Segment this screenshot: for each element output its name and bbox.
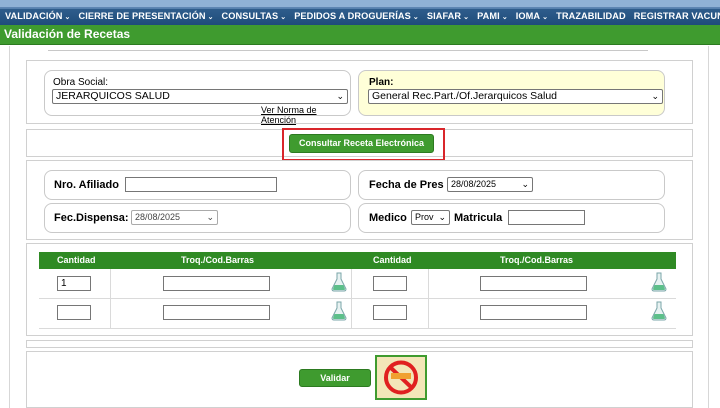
nav-item-label: IOMA xyxy=(515,11,541,21)
plan-select[interactable]: General Rec.Part./Of.Jerarquicos Salud ⌄ xyxy=(368,89,663,104)
page-title: Validación de Recetas xyxy=(4,27,131,41)
afiliado-box: Nro. Afiliado xyxy=(44,170,351,200)
fecha-pres-value: 28/08/2025 xyxy=(451,179,497,189)
column-header-troquel: Troq./Cod.Barras xyxy=(181,255,255,265)
obra-social-box: Obra Social: JERARQUICOS SALUD ⌄ Ver Nor… xyxy=(44,70,351,125)
chevron-down-icon: ⌄ xyxy=(521,179,529,189)
column-divider xyxy=(110,269,111,329)
flask-icon[interactable] xyxy=(331,272,347,292)
nav-item[interactable]: SIAFAR ⌄ xyxy=(422,11,472,21)
nav-item-label: SIAFAR xyxy=(426,11,462,21)
matricula-input[interactable] xyxy=(508,210,585,225)
nav-item[interactable]: VALIDACIÓN ⌄ xyxy=(0,11,73,21)
nav-item[interactable]: REGISTRAR VACUNACION xyxy=(629,11,720,21)
validate-button[interactable]: Validar xyxy=(299,369,371,387)
plan-label: Plan: xyxy=(369,77,394,88)
barcode-input[interactable] xyxy=(163,305,270,320)
quantity-input[interactable]: 1 xyxy=(57,276,91,291)
nav-item[interactable]: TRAZABILIDAD xyxy=(551,11,629,21)
fecha-pres-box: Fecha de Pres 28/08/2025 ⌄ xyxy=(358,170,665,200)
chevron-down-icon: ⌄ xyxy=(542,14,549,21)
medico-value: Prov xyxy=(415,212,434,222)
chevron-down-icon: ⌄ xyxy=(64,14,71,21)
stamp-button[interactable] xyxy=(375,355,427,400)
chevron-down-icon: ⌄ xyxy=(651,91,659,101)
norma-atencion-link[interactable]: Ver Norma de Atención xyxy=(261,105,350,125)
nav-item-label: VALIDACIÓN xyxy=(5,11,63,21)
chevron-down-icon: ⌄ xyxy=(438,212,446,222)
column-divider xyxy=(351,269,352,329)
nav-item[interactable]: CONSULTAS ⌄ xyxy=(217,11,290,21)
afiliado-input[interactable] xyxy=(125,177,277,192)
obra-social-select[interactable]: JERARQUICOS SALUD ⌄ xyxy=(52,89,348,104)
main-content: Obra Social: JERARQUICOS SALUD ⌄ Ver Nor… xyxy=(9,46,709,408)
barcode-input[interactable] xyxy=(480,276,587,291)
nav-item[interactable]: CIERRE DE PRESENTACIÓN ⌄ xyxy=(73,11,216,21)
page-title-bar: Validación de Recetas xyxy=(0,25,720,45)
nav-item[interactable]: PEDIDOS A DROGUERÍAS ⌄ xyxy=(289,11,422,21)
top-navigation: VALIDACIÓN ⌄ CIERRE DE PRESENTACIÓN ⌄ CONSUL… xyxy=(0,0,720,25)
column-header-troquel: Troq./Cod.Barras xyxy=(500,255,574,265)
medico-select[interactable]: Prov ⌄ xyxy=(411,210,450,225)
nav-item-label: PAMI xyxy=(477,11,500,21)
column-header-cantidad: Cantidad xyxy=(57,255,96,265)
separator-panel xyxy=(26,340,693,348)
medico-label: Medico xyxy=(369,212,407,224)
matricula-label: Matricula xyxy=(454,212,503,224)
barcode-input[interactable] xyxy=(163,276,270,291)
fecha-pres-select[interactable]: 28/08/2025 ⌄ xyxy=(447,177,533,192)
prohibited-stamp-icon xyxy=(384,360,418,395)
nav-menu: VALIDACIÓN ⌄ CIERRE DE PRESENTACIÓN ⌄ CONSUL… xyxy=(0,11,720,21)
fec-dispensa-box: Fec.Dispensa: 28/08/2025 ⌄ xyxy=(44,203,351,233)
consult-electronic-prescription-button[interactable]: Consultar Receta Electrónica xyxy=(289,134,434,153)
medication-table-header: Cantidad Troq./Cod.Barras Cantidad Troq.… xyxy=(39,252,676,269)
chevron-down-icon: ⌄ xyxy=(463,14,470,21)
nav-item-label: REGISTRAR VACUNACION xyxy=(633,11,720,21)
divider xyxy=(48,50,648,51)
chevron-down-icon: ⌄ xyxy=(206,212,214,222)
flask-icon[interactable] xyxy=(651,301,667,321)
flask-icon[interactable] xyxy=(331,301,347,321)
chevron-down-icon: ⌄ xyxy=(412,14,419,21)
nav-top-strip xyxy=(0,0,720,8)
quantity-input[interactable] xyxy=(373,305,407,320)
barcode-input[interactable] xyxy=(480,305,587,320)
plan-value: General Rec.Part./Of.Jerarquicos Salud xyxy=(372,90,558,102)
chevron-down-icon: ⌄ xyxy=(336,91,344,101)
fec-dispensa-label: Fec.Dispensa: xyxy=(54,212,129,224)
nav-item-label: CIERRE DE PRESENTACIÓN xyxy=(78,11,206,21)
fec-dispensa-select[interactable]: 28/08/2025 ⌄ xyxy=(131,210,218,225)
nav-item-label: TRAZABILIDAD xyxy=(556,11,626,21)
plan-box: Plan: General Rec.Part./Of.Jerarquicos S… xyxy=(358,70,665,116)
chevron-down-icon: ⌄ xyxy=(280,14,287,21)
medico-box: Medico Prov ⌄ Matricula xyxy=(358,203,665,233)
obra-social-label: Obra Social: xyxy=(53,77,109,88)
obra-social-value: JERARQUICOS SALUD xyxy=(56,90,170,102)
quantity-input[interactable] xyxy=(373,276,407,291)
nav-item[interactable]: IOMA ⌄ xyxy=(511,11,551,21)
column-divider xyxy=(428,269,429,329)
nav-item[interactable]: PAMI ⌄ xyxy=(472,11,511,21)
chevron-down-icon: ⌄ xyxy=(501,14,508,21)
fecha-pres-label: Fecha de Pres xyxy=(369,179,444,191)
column-header-cantidad: Cantidad xyxy=(373,255,412,265)
chevron-down-icon: ⌄ xyxy=(207,14,214,21)
nav-item-label: CONSULTAS xyxy=(221,11,279,21)
quantity-input[interactable] xyxy=(57,305,91,320)
nav-item-label: PEDIDOS A DROGUERÍAS xyxy=(294,11,411,21)
afiliado-label: Nro. Afiliado xyxy=(54,179,119,191)
flask-icon[interactable] xyxy=(651,272,667,292)
fec-dispensa-value: 28/08/2025 xyxy=(135,212,181,222)
